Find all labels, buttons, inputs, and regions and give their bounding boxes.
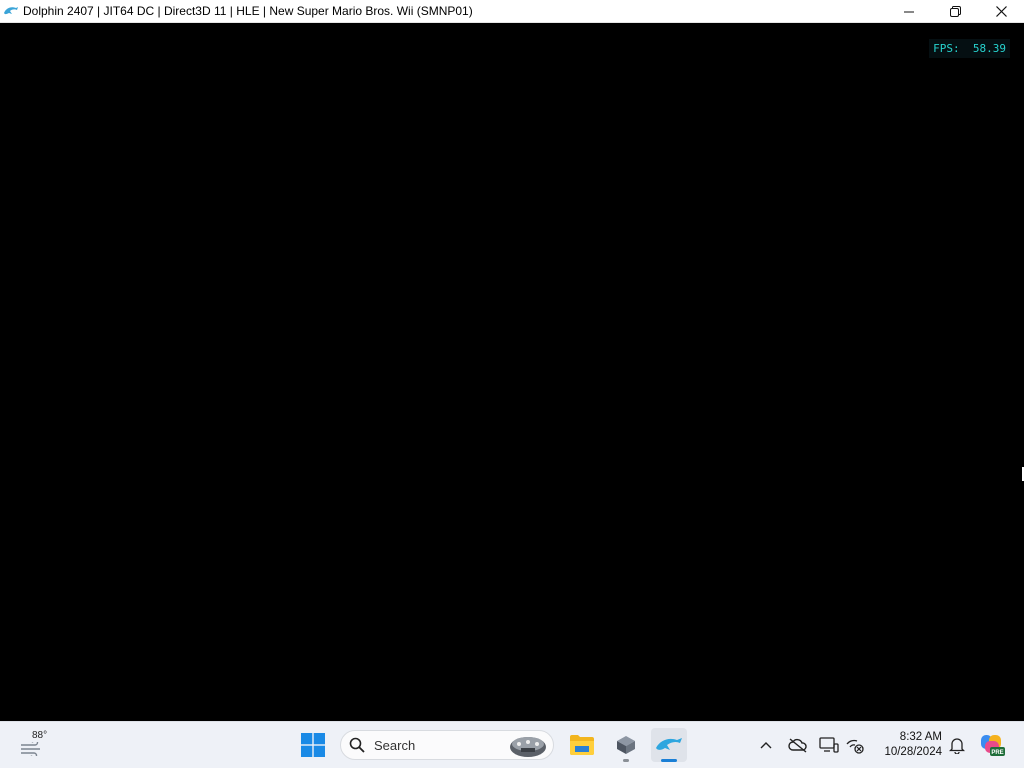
close-icon — [995, 6, 1007, 17]
cube-icon — [617, 736, 635, 754]
windows-start-icon — [301, 733, 325, 757]
weather-widget[interactable]: 88° — [18, 728, 58, 764]
display-icon — [819, 737, 839, 753]
notifications-button[interactable] — [946, 734, 968, 756]
copilot-pre-icon: PRE — [981, 735, 1005, 756]
minimize-button[interactable] — [886, 0, 932, 23]
tray-onedrive[interactable] — [787, 734, 809, 756]
clock-time: 8:32 AM — [899, 731, 942, 743]
minimize-icon — [904, 11, 914, 12]
window-controls — [886, 0, 1024, 23]
tray-display[interactable] — [818, 734, 840, 756]
copilot-badge-text: PRE — [991, 750, 1003, 756]
search-highlight-icon — [509, 734, 547, 758]
game-viewport[interactable]: FPS: 58.39 — [0, 23, 1024, 721]
show-hidden-icons-button[interactable] — [755, 734, 777, 756]
taskbar-search[interactable]: Search — [340, 730, 554, 760]
onedrive-offline-icon — [788, 738, 807, 753]
clock-date: 10/28/2024 — [884, 746, 942, 758]
folder-icon — [570, 735, 594, 755]
dolphin-icon — [3, 3, 19, 19]
taskbar: 88° Search 8:32 AM 10/28/2024 PRE — [0, 721, 1024, 768]
copilot-button[interactable]: PRE — [979, 732, 1005, 758]
title-bar[interactable]: Dolphin 2407 | JIT64 DC | Direct3D 11 | … — [0, 0, 1024, 23]
chevron-up-icon — [760, 742, 772, 749]
app-active-indicator — [661, 759, 677, 762]
network-offline-icon — [846, 739, 864, 754]
weather-temp: 88° — [32, 730, 48, 741]
taskbar-app-file-explorer[interactable] — [564, 728, 600, 762]
search-icon — [349, 737, 365, 753]
taskbar-app-game[interactable] — [608, 728, 644, 762]
app-running-indicator — [623, 759, 629, 762]
restore-icon — [949, 6, 961, 17]
start-button[interactable] — [298, 730, 328, 760]
system-clock[interactable]: 8:32 AM 10/28/2024 — [872, 730, 942, 760]
fps-counter: FPS: 58.39 — [929, 39, 1010, 58]
close-button[interactable] — [978, 0, 1024, 23]
window-title: Dolphin 2407 | JIT64 DC | Direct3D 11 | … — [23, 4, 473, 18]
bell-icon — [949, 738, 965, 754]
tray-network[interactable] — [844, 734, 866, 756]
dolphin-icon — [656, 738, 682, 750]
wind-icon — [20, 739, 44, 761]
restore-button[interactable] — [932, 0, 978, 23]
search-placeholder: Search — [374, 737, 416, 753]
taskbar-app-dolphin[interactable] — [651, 728, 687, 762]
